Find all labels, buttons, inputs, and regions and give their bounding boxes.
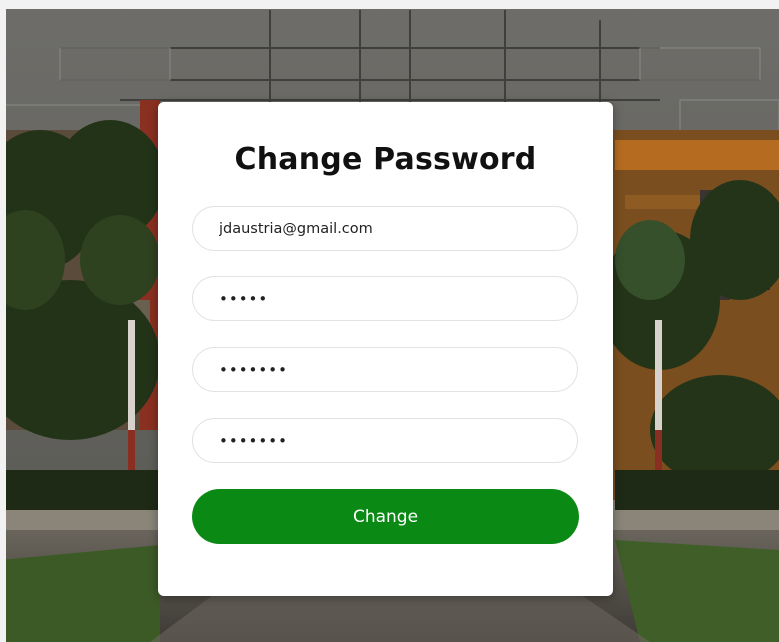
card-title: Change Password — [234, 142, 537, 177]
page-root: Change Password Change — [0, 0, 779, 642]
change-button[interactable]: Change — [192, 489, 579, 544]
new-password-field[interactable] — [192, 347, 578, 392]
change-password-card: Change Password Change — [158, 102, 613, 596]
current-password-field[interactable] — [192, 276, 578, 321]
confirm-password-field[interactable] — [192, 418, 578, 463]
email-field[interactable] — [192, 206, 578, 251]
